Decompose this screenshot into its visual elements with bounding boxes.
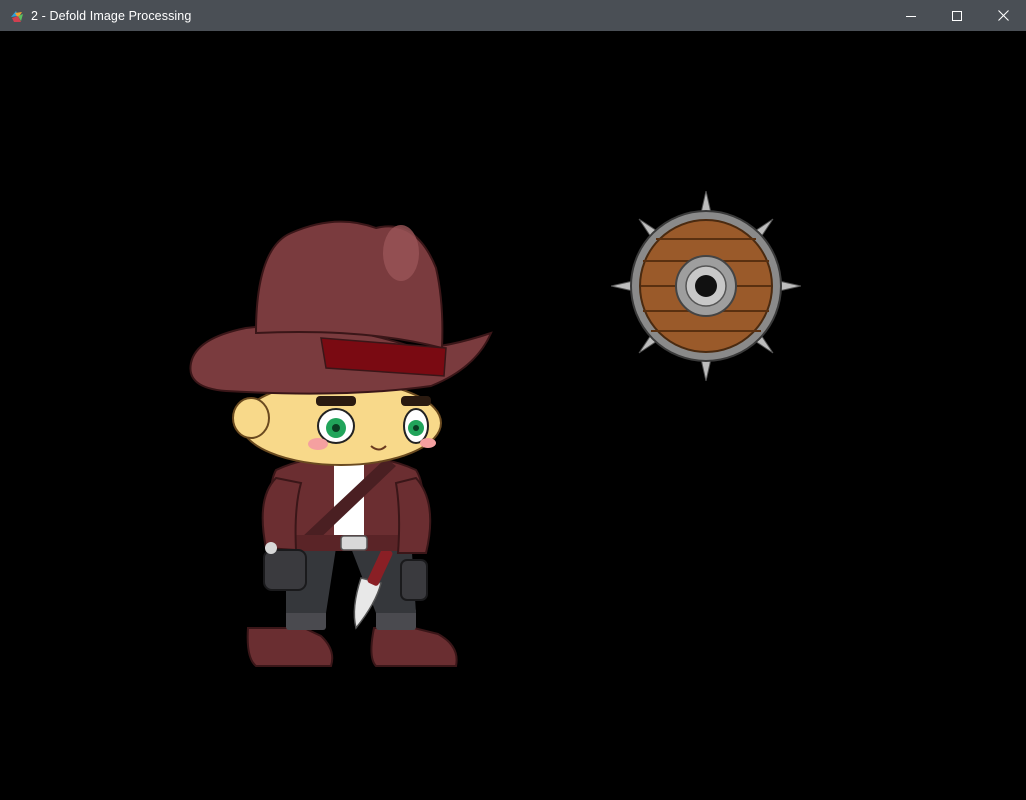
close-button[interactable] [980, 0, 1026, 31]
minimize-icon [906, 15, 916, 17]
defold-app-icon [11, 10, 23, 22]
window-controls [888, 0, 1026, 31]
window-title: 2 - Defold Image Processing [31, 8, 192, 23]
close-icon [997, 10, 1009, 21]
game-canvas[interactable] [1, 31, 1025, 799]
title-bar[interactable]: 2 - Defold Image Processing [0, 0, 1026, 31]
maximize-icon [952, 10, 962, 21]
maximize-button[interactable] [934, 0, 980, 31]
game-window: 2 - Defold Image Processing [0, 0, 1026, 800]
spiked-wooden-shield [611, 191, 801, 381]
minimize-button[interactable] [888, 0, 934, 31]
cowboy-character [189, 220, 493, 667]
